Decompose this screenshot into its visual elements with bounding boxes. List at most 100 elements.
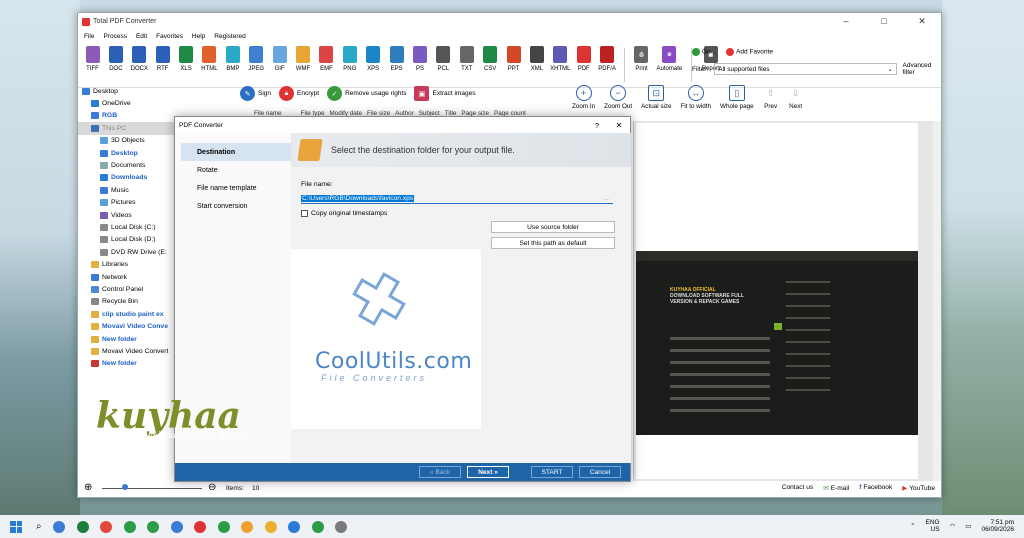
zoom-minus-icon[interactable]: ⊖: [208, 482, 216, 493]
set-default-path-button[interactable]: Set this path as default: [491, 237, 615, 249]
copy-timestamps-checkbox[interactable]: Copy original timestamps: [301, 210, 387, 217]
zoom-slider[interactable]: [102, 488, 202, 489]
preview-scrollbar[interactable]: [933, 121, 941, 481]
tree-item[interactable]: Music: [78, 184, 178, 196]
dialog-close-button[interactable]: ✕: [608, 121, 630, 130]
step-file-name-template[interactable]: File name template: [181, 179, 291, 197]
menu-favorites[interactable]: Favorites: [156, 33, 183, 40]
fit-width-button[interactable]: ↔ Fit to width: [681, 85, 711, 110]
taskbar-app-icon[interactable]: [311, 520, 324, 533]
zoom-out-button[interactable]: − Zoom Out: [604, 85, 632, 110]
tree-item[interactable]: Local Disk (D:): [78, 234, 178, 246]
format-gif-button[interactable]: GIF: [269, 46, 290, 72]
tree-item[interactable]: Desktop: [78, 85, 178, 97]
tree-item[interactable]: Downloads: [78, 172, 178, 184]
taskbar-app-icon[interactable]: [53, 520, 66, 533]
format-bmp-button[interactable]: BMP: [222, 46, 243, 72]
format-xps-button[interactable]: XPS: [363, 46, 384, 72]
format-html-button[interactable]: HTML: [199, 46, 220, 72]
whole-page-button[interactable]: ▯ Whole page: [720, 85, 754, 110]
format-txt-button[interactable]: TXT: [456, 46, 477, 72]
automate-button[interactable]: ⚙ Automate: [654, 46, 684, 72]
tree-item[interactable]: OneDrive: [78, 97, 178, 109]
actual-size-button[interactable]: ⊡ Actual size: [641, 85, 672, 110]
minimize-button[interactable]: –: [827, 16, 865, 27]
taskbar-app-icon[interactable]: [100, 520, 113, 533]
format-pdf-a-button[interactable]: PDF/A: [597, 46, 618, 72]
tree-item[interactable]: Control Panel: [78, 283, 178, 295]
email-link[interactable]: ✉ E-mail: [823, 484, 849, 492]
cancel-button[interactable]: Cancel: [579, 466, 621, 478]
print-button[interactable]: ⎙ Print: [631, 46, 652, 72]
use-source-folder-button[interactable]: Use source folder: [491, 221, 615, 233]
format-doc-button[interactable]: DOC: [105, 46, 126, 72]
format-png-button[interactable]: PNG: [339, 46, 360, 72]
zoom-in-button[interactable]: + Zoom In: [572, 85, 595, 110]
format-xls-button[interactable]: XLS: [176, 46, 197, 72]
tree-item[interactable]: Local Disk (C:): [78, 221, 178, 233]
format-emf-button[interactable]: EMF: [316, 46, 337, 72]
step-rotate[interactable]: Rotate: [181, 161, 291, 179]
zoom-slider-thumb[interactable]: [122, 484, 128, 490]
youtube-link[interactable]: ▶ YouTube: [902, 484, 935, 492]
taskbar-app-icon[interactable]: [170, 520, 183, 533]
tree-item[interactable]: Network: [78, 271, 178, 283]
remove-usage-rights-button[interactable]: ✓ Remove usage rights: [327, 86, 406, 101]
taskbar-app-icon[interactable]: [335, 520, 348, 533]
next-button[interactable]: ⇩ Next: [788, 85, 804, 111]
format-csv-button[interactable]: CSV: [480, 46, 501, 72]
tree-item[interactable]: Desktop: [78, 147, 178, 159]
sign-button[interactable]: ✎ Sign: [240, 86, 271, 101]
taskbar-app-icon[interactable]: [147, 520, 160, 533]
clock[interactable]: 7:51 pm 06/09/2026: [981, 519, 1014, 533]
menu-edit[interactable]: Edit: [136, 33, 147, 40]
add-favorite-button[interactable]: Add Favorite: [726, 48, 773, 56]
tree-item[interactable]: Libraries: [78, 258, 178, 270]
menu-registered[interactable]: Registered: [214, 33, 245, 40]
taskbar-app-icon[interactable]: [194, 520, 207, 533]
format-pcl-button[interactable]: PCL: [433, 46, 454, 72]
format-tiff-button[interactable]: TIFF: [82, 46, 103, 72]
format-ppt-button[interactable]: PPT: [503, 46, 524, 72]
contact-us-link[interactable]: Contact us: [782, 484, 814, 492]
format-pdf-button[interactable]: PDF: [573, 46, 594, 72]
back-button[interactable]: « Back: [419, 466, 461, 478]
step-destination[interactable]: Destination: [181, 143, 291, 161]
tree-item[interactable]: 3D Objects: [78, 135, 178, 147]
browse-button[interactable]: ...: [604, 195, 610, 202]
language-indicator[interactable]: ENG US: [926, 519, 940, 533]
file-name-input[interactable]: C:\Users\RGB\Downloads\favicon.xps ...: [301, 193, 613, 204]
step-start-conversion[interactable]: Start conversion: [181, 197, 291, 215]
taskbar-app-icon[interactable]: [217, 520, 230, 533]
go-button[interactable]: Go...: [692, 48, 716, 56]
taskbar-app-icon[interactable]: [241, 520, 254, 533]
facebook-link[interactable]: f Facebook: [859, 484, 892, 492]
taskbar-app-icon[interactable]: [76, 520, 89, 533]
close-button[interactable]: ✕: [903, 16, 941, 27]
format-eps-button[interactable]: EPS: [386, 46, 407, 72]
menu-help[interactable]: Help: [192, 33, 205, 40]
start-button[interactable]: START: [531, 466, 573, 478]
menu-process[interactable]: Process: [103, 33, 126, 40]
taskbar-app-icon[interactable]: [264, 520, 277, 533]
tree-item[interactable]: Documents: [78, 159, 178, 171]
tree-item[interactable]: Movavi Video Convert: [78, 345, 178, 357]
format-rtf-button[interactable]: RTF: [152, 46, 173, 72]
format-docx-button[interactable]: DOCX: [129, 46, 150, 72]
start-button[interactable]: [10, 520, 22, 533]
maximize-button[interactable]: □: [865, 16, 903, 27]
encrypt-button[interactable]: 🔒︎ Encrypt: [279, 86, 319, 101]
taskbar-app-icon[interactable]: [288, 520, 301, 533]
prev-button[interactable]: ⇧ Prev: [763, 85, 779, 111]
next-button[interactable]: Next »: [467, 466, 509, 478]
tree-item[interactable]: clip studio paint ex: [78, 308, 178, 320]
extract-images-button[interactable]: ▣ Extract images: [414, 86, 475, 101]
help-button[interactable]: ?: [586, 121, 608, 130]
advanced-filter-link[interactable]: Advanced filter: [903, 62, 942, 76]
format-ps-button[interactable]: PS: [409, 46, 430, 72]
zoom-plus-icon[interactable]: ⊕: [84, 482, 92, 493]
format-xml-button[interactable]: XML: [526, 46, 547, 72]
tree-item[interactable]: Recycle Bin: [78, 296, 178, 308]
tree-item[interactable]: This PC: [78, 122, 178, 135]
taskbar-app-icon[interactable]: [123, 520, 136, 533]
